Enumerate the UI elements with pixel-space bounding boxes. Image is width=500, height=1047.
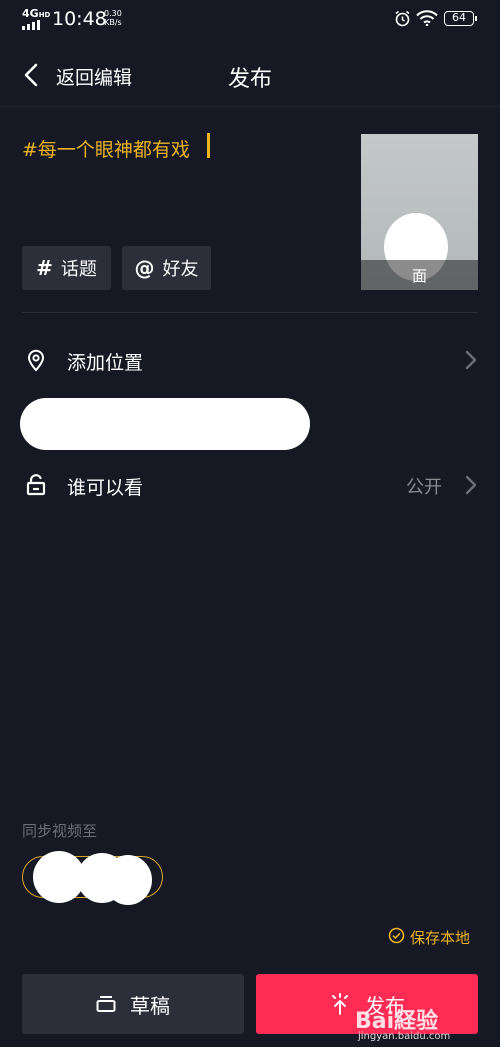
status-bar: 4GHD 10:48 0.30 KB/s 64	[0, 0, 500, 40]
alarm-icon	[395, 10, 410, 27]
check-circle-icon[interactable]	[388, 927, 405, 944]
draft-box-icon	[96, 996, 116, 1012]
unlock-icon	[26, 474, 46, 496]
sync-to-label: 同步视频至	[22, 822, 98, 840]
section-divider	[22, 312, 478, 313]
hashtag-icon: #	[36, 256, 53, 280]
who-can-view-row[interactable]: 谁可以看	[67, 473, 143, 500]
chevron-right-icon	[465, 350, 477, 370]
save-local-toggle[interactable]: 保存本地	[410, 927, 470, 948]
location-pin-icon	[27, 349, 45, 372]
redacted-location-suggestions	[20, 398, 310, 450]
add-location-row[interactable]: 添加位置	[67, 348, 143, 375]
cover-label: 面	[411, 267, 427, 285]
mention-button-label: 好友	[162, 259, 199, 280]
watermark-url: jingyan.baidu.com	[358, 1031, 451, 1042]
visibility-value: 公开	[406, 477, 442, 498]
redacted-platform-icon[interactable]	[104, 855, 152, 905]
network-indicator: 4GHD	[22, 7, 51, 20]
topic-button-label: 话题	[60, 259, 97, 280]
caption-input[interactable]: #每一个眼神都有戏	[22, 135, 190, 162]
draft-button[interactable]: 草稿	[22, 974, 244, 1034]
at-icon: @	[134, 256, 155, 280]
signal-icon	[22, 20, 40, 30]
status-time: 10:48	[52, 8, 107, 30]
wifi-icon	[416, 10, 438, 26]
battery-icon: 64	[444, 11, 477, 26]
chevron-right-icon	[465, 475, 477, 495]
header-divider	[0, 106, 500, 107]
publish-arrow-icon	[332, 993, 348, 1015]
network-speed: 0.30 KB/s	[104, 9, 122, 27]
draft-button-label: 草稿	[130, 993, 170, 1018]
page-title: 发布	[227, 67, 272, 92]
text-caret	[207, 133, 210, 158]
mention-friend-button[interactable]: @ 好友	[122, 246, 211, 290]
topic-button[interactable]: # 话题	[22, 246, 111, 290]
